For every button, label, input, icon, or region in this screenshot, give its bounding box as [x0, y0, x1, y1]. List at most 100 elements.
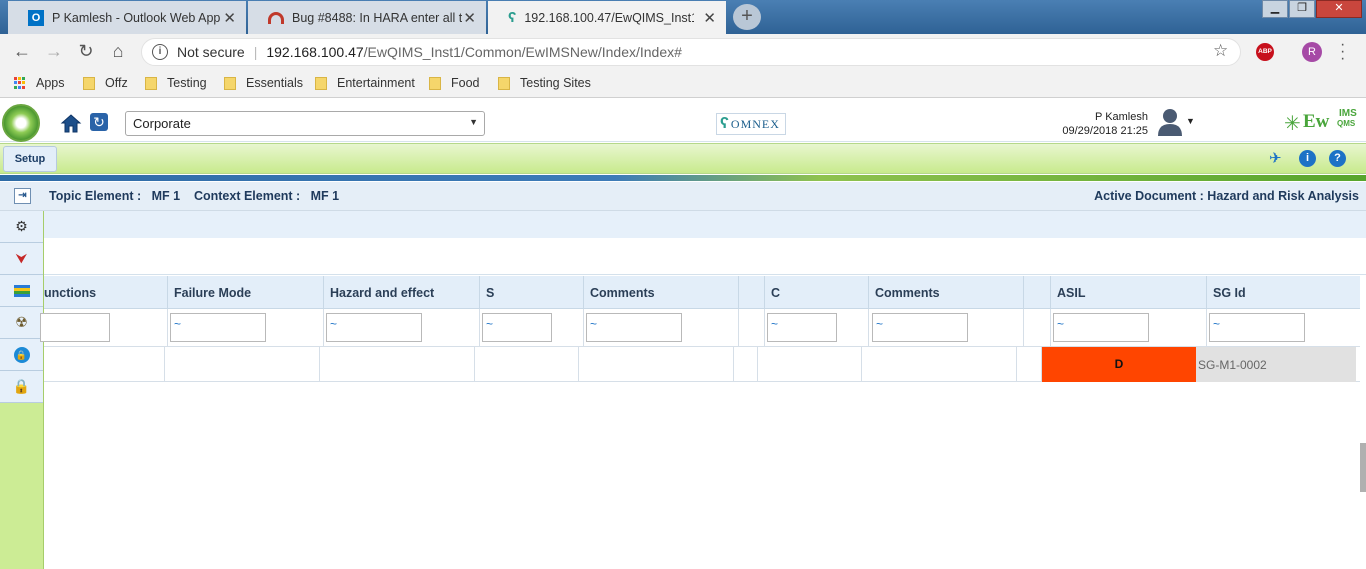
- bookmark-testing-sites[interactable]: Testing Sites: [498, 76, 591, 90]
- column-header-failure-mode[interactable]: Failure Mode: [168, 276, 324, 309]
- omnex-logo: ʕ OMNEX: [716, 113, 786, 135]
- filter-input-hazard[interactable]: ~: [326, 313, 422, 342]
- filter-input-comments[interactable]: ~: [586, 313, 682, 342]
- folder-icon: [83, 76, 95, 90]
- lock-icon: 🔒: [13, 346, 30, 363]
- forward-arrow-icon[interactable]: →: [43, 41, 65, 62]
- close-window-button[interactable]: ✕: [1316, 0, 1362, 18]
- redmine-icon: [268, 11, 284, 24]
- app-logo-icon[interactable]: [2, 104, 40, 142]
- profile-avatar[interactable]: R: [1302, 42, 1322, 62]
- filter-input-c[interactable]: ~: [767, 313, 837, 342]
- user-avatar-icon[interactable]: [1155, 106, 1185, 136]
- column-header-s[interactable]: S: [480, 276, 584, 309]
- filter-input-failure-mode[interactable]: ~: [170, 313, 266, 342]
- filter-cell: ~: [765, 309, 869, 347]
- close-tab-icon[interactable]: ✕: [223, 9, 236, 27]
- menu-kebab-icon[interactable]: · · ·: [1340, 37, 1345, 67]
- folder-icon: [429, 76, 441, 90]
- filter-input-s[interactable]: ~: [482, 313, 552, 342]
- bookmark-entertainment[interactable]: Entertainment: [315, 76, 415, 90]
- column-header-comments-2[interactable]: Comments: [869, 276, 1024, 309]
- context-label: Context Element :: [193, 189, 301, 203]
- back-arrow-icon[interactable]: ←: [11, 41, 33, 62]
- sidebar-books[interactable]: [0, 275, 43, 307]
- filter-cell: ~: [1051, 309, 1207, 347]
- adblock-icon[interactable]: ABP: [1256, 43, 1274, 61]
- maximize-button[interactable]: ❐: [1289, 0, 1315, 18]
- bookmark-food[interactable]: Food: [429, 76, 480, 90]
- column-header-asil[interactable]: ASIL: [1051, 276, 1207, 309]
- column-header-sg-id[interactable]: SG Id: [1207, 276, 1360, 309]
- filter-cell-spacer: [1024, 309, 1051, 347]
- minimize-button[interactable]: ▁: [1262, 0, 1288, 18]
- user-name: P Kamlesh: [1095, 111, 1148, 123]
- tab-title: 192.168.100.47/EwQIMS_Inst1/Co: [524, 10, 694, 25]
- sidebar-settings[interactable]: ⚙: [0, 211, 43, 243]
- column-header-hazard-effect[interactable]: Hazard and effect: [324, 276, 480, 309]
- browser-toolbar: ← → ↻ ⌂ i Not secure | 192.168.100.47 /E…: [0, 34, 1366, 70]
- separator: |: [253, 44, 258, 60]
- qms-logo-text: QMS: [1337, 119, 1356, 128]
- refresh-icon[interactable]: ↻: [90, 113, 108, 131]
- layers-icon: ⮟: [15, 250, 28, 266]
- site-select[interactable]: Corporate ▼: [125, 111, 485, 136]
- filter-cell: [40, 309, 168, 347]
- bookmark-offz[interactable]: Offz: [83, 76, 128, 90]
- expand-panel-icon[interactable]: ⇥: [14, 188, 31, 204]
- reload-icon[interactable]: ↻: [75, 41, 97, 62]
- setup-menu-button[interactable]: Setup: [3, 146, 57, 172]
- browser-tab-ewqims[interactable]: ʕ 192.168.100.47/EwQIMS_Inst1/Co ✕: [488, 1, 726, 34]
- dropdown-arrow-icon: ▼: [469, 117, 478, 127]
- sidebar-padlock[interactable]: 🔒: [0, 371, 43, 403]
- sidebar-lock[interactable]: 🔒: [0, 339, 43, 371]
- filter-input-functions[interactable]: [40, 313, 110, 342]
- topic-value: MF 1: [151, 189, 181, 203]
- browser-tab-outlook[interactable]: O P Kamlesh - Outlook Web App ✕: [8, 1, 246, 34]
- filter-input-comments-2[interactable]: ~: [872, 313, 968, 342]
- pin-icon[interactable]: ✈: [1269, 149, 1282, 167]
- user-menu-caret-icon[interactable]: ▼: [1186, 116, 1195, 126]
- browser-tab-bug[interactable]: Bug #8488: In HARA enter all the ✕: [248, 1, 486, 34]
- address-bar[interactable]: i Not secure | 192.168.100.47 /EwQIMS_In…: [141, 38, 1241, 66]
- new-tab-button[interactable]: +: [733, 4, 761, 30]
- grid-header: unctions Failure Mode Hazard and effect …: [44, 276, 1360, 309]
- filter-input-sg-id[interactable]: ~: [1209, 313, 1305, 342]
- column-header-comments[interactable]: Comments: [584, 276, 739, 309]
- close-tab-icon[interactable]: ✕: [463, 9, 476, 27]
- tab-title: Bug #8488: In HARA enter all the: [292, 10, 462, 25]
- close-tab-icon[interactable]: ✕: [703, 9, 716, 27]
- filter-cell: ~: [869, 309, 1024, 347]
- header-stripe: [0, 175, 1366, 181]
- browser-tab-strip: O P Kamlesh - Outlook Web App ✕ Bug #848…: [0, 0, 1366, 34]
- books-icon: [13, 284, 30, 297]
- context-bar: ⇥ Topic Element : MF 1 Context Element :…: [0, 182, 1366, 211]
- omnex-logo-text: OMNEX: [730, 116, 780, 131]
- filter-input-asil[interactable]: ~: [1053, 313, 1149, 342]
- table-row[interactable]: D SG-M1-0002: [44, 347, 1360, 382]
- active-document: Active Document : Hazard and Risk Analys…: [1094, 189, 1359, 203]
- home-icon[interactable]: [60, 112, 82, 134]
- bookmark-essentials[interactable]: Essentials: [224, 76, 303, 90]
- info-icon[interactable]: i: [152, 44, 168, 60]
- bookmark-star-icon[interactable]: ☆: [1213, 41, 1228, 61]
- bookmark-testing[interactable]: Testing: [145, 76, 207, 90]
- home-browser-icon[interactable]: ⌂: [107, 41, 129, 62]
- cell-functions: [44, 347, 165, 382]
- cell-hazard: [320, 347, 475, 382]
- sidebar-layers[interactable]: ⮟: [0, 243, 43, 275]
- security-label: Not secure: [177, 44, 245, 60]
- bookmark-apps[interactable]: Apps: [14, 76, 65, 90]
- vertical-scrollbar[interactable]: [1360, 443, 1366, 492]
- sidebar-radiation[interactable]: ☢: [0, 307, 43, 339]
- radiation-icon: ☢: [15, 314, 28, 330]
- column-header-functions[interactable]: unctions: [44, 276, 168, 309]
- info-icon[interactable]: i: [1299, 150, 1316, 167]
- column-header-c[interactable]: C: [765, 276, 869, 309]
- asil-value-cell[interactable]: D: [1042, 347, 1196, 382]
- omnex-mark-icon: ʕ: [720, 115, 729, 132]
- bookmark-label: Offz: [105, 76, 128, 90]
- ew-logo-text: Ew: [1303, 111, 1330, 132]
- sg-id-cell[interactable]: SG-M1-0002: [1196, 347, 1356, 382]
- help-icon[interactable]: ?: [1329, 150, 1346, 167]
